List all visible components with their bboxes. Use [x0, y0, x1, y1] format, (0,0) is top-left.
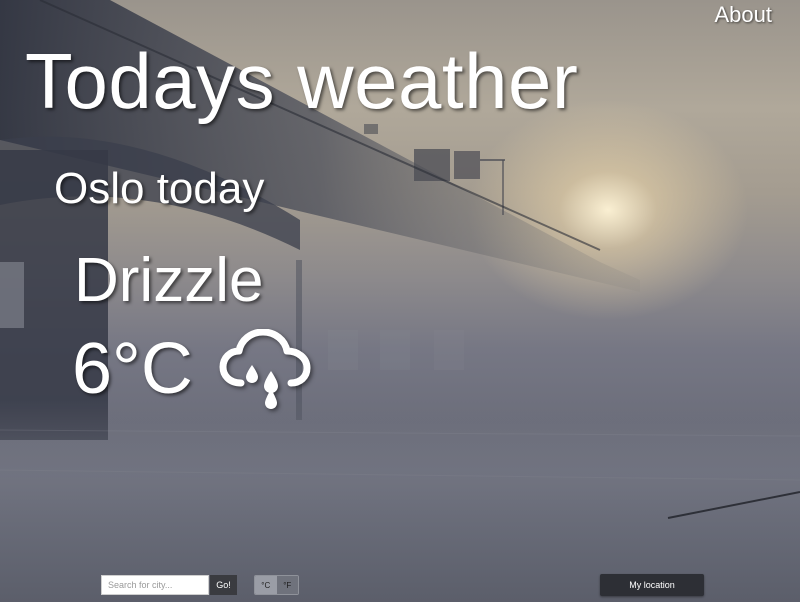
temperature-row: 6°C	[72, 328, 311, 410]
unit-fahrenheit-button[interactable]: °F	[276, 576, 298, 594]
page-title: Todays weather	[25, 37, 579, 125]
about-link[interactable]: About	[715, 2, 773, 28]
unit-celsius-button[interactable]: °C	[255, 576, 277, 594]
city-search-input[interactable]	[101, 575, 209, 595]
my-location-button[interactable]: My location	[600, 574, 704, 596]
city-heading: Oslo today	[54, 164, 265, 213]
temperature-value: 6°C	[72, 329, 193, 409]
unit-toggle: °C °F	[254, 575, 299, 595]
cloud-drizzle-icon	[219, 329, 311, 409]
go-button[interactable]: Go!	[210, 575, 237, 595]
weather-page: About Todays weather Oslo today Drizzle …	[0, 0, 800, 602]
weather-condition: Drizzle	[74, 246, 264, 315]
